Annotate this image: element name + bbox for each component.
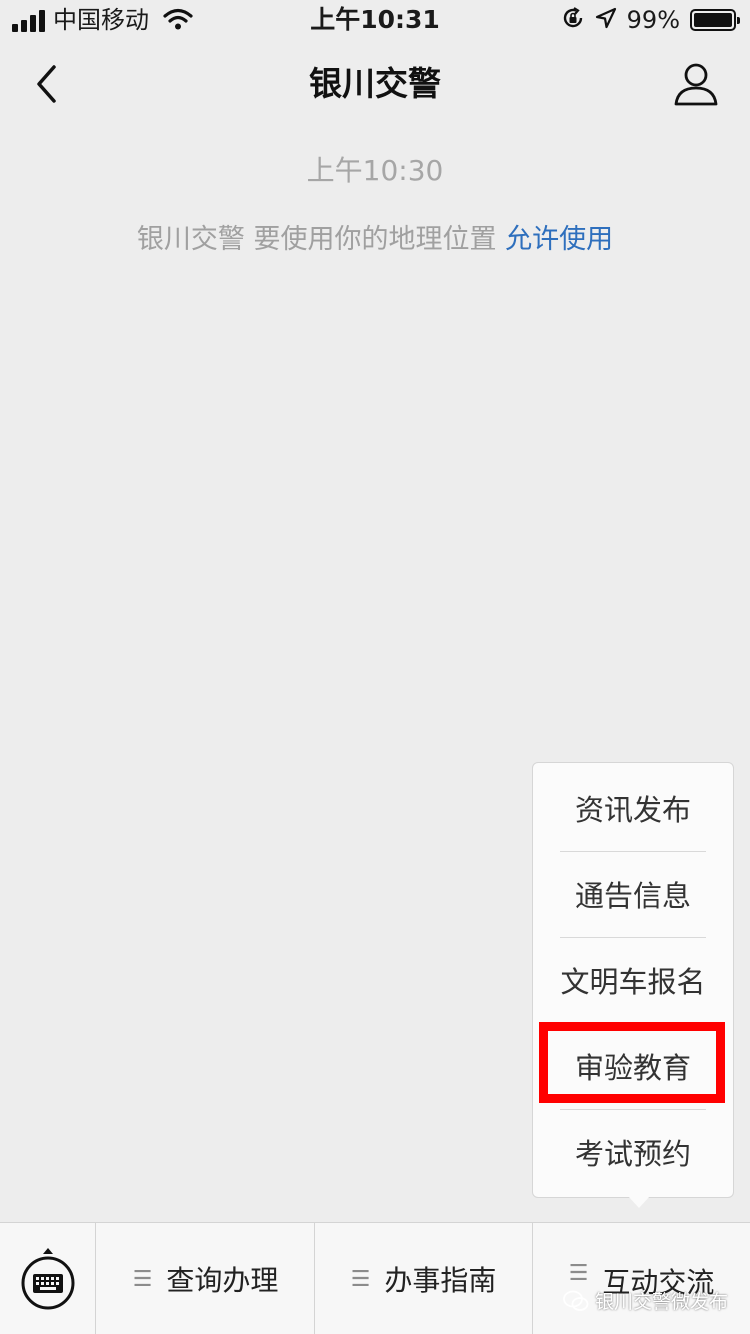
menu-lines-icon: ☰ [132,1266,153,1292]
status-bar: 中国移动 上午10:31 99% [0,0,750,40]
interaction-submenu: 资讯发布 通告信息 文明车报名 审验教育 考试预约 [532,762,734,1198]
profile-button[interactable] [672,60,720,108]
submenu-item-notices[interactable]: 通告信息 [533,853,733,939]
system-message: 银川交警 要使用你的地理位置 允许使用 [0,222,750,258]
watermark: 银川交警微发布 [563,1287,728,1314]
submenu-divider [560,1109,706,1110]
rotation-lock-icon [561,6,585,34]
wechat-icon [563,1290,589,1311]
page-title: 银川交警 [309,64,441,103]
submenu-item-civilized-driver-signup[interactable]: 文明车报名 [533,939,733,1025]
status-right: 99% [561,6,740,34]
submenu-item-news[interactable]: 资讯发布 [533,767,733,853]
chat-timestamp: 上午10:30 [306,154,444,187]
submenu-pointer [628,1196,650,1208]
submenu-item-exam-booking[interactable]: 考试预约 [533,1111,733,1197]
tab-query-handling[interactable]: ☰ 查询办理 [97,1223,314,1334]
battery-icon [690,9,740,31]
submenu-divider [560,937,706,938]
allow-location-link[interactable]: 允许使用 [505,224,613,255]
bottom-menu-bar: ☰ 查询办理 ☰ 办事指南 ☰ 互动交流 [0,1222,750,1334]
tab-label: 办事指南 [384,1264,497,1297]
highlight-box [539,1022,725,1103]
location-request-text: 银川交警 要使用你的地理位置 [136,224,497,255]
location-arrow-icon [595,7,617,33]
keyboard-toggle-button[interactable] [0,1223,96,1334]
submenu-divider [560,851,706,852]
tab-service-guide[interactable]: ☰ 办事指南 [315,1223,532,1334]
battery-percentage: 99% [626,6,680,34]
watermark-text: 银川交警微发布 [594,1291,728,1313]
menu-lines-icon: ☰ [568,1261,589,1286]
navigation-bar: 银川交警 [0,40,750,128]
tab-interaction[interactable]: ☰ 互动交流 [533,1223,750,1334]
menu-lines-icon: ☰ [350,1266,371,1292]
keyboard-icon [21,1248,74,1310]
person-icon [674,63,718,106]
battery-fill [694,13,732,27]
tab-label: 查询办理 [166,1264,279,1297]
